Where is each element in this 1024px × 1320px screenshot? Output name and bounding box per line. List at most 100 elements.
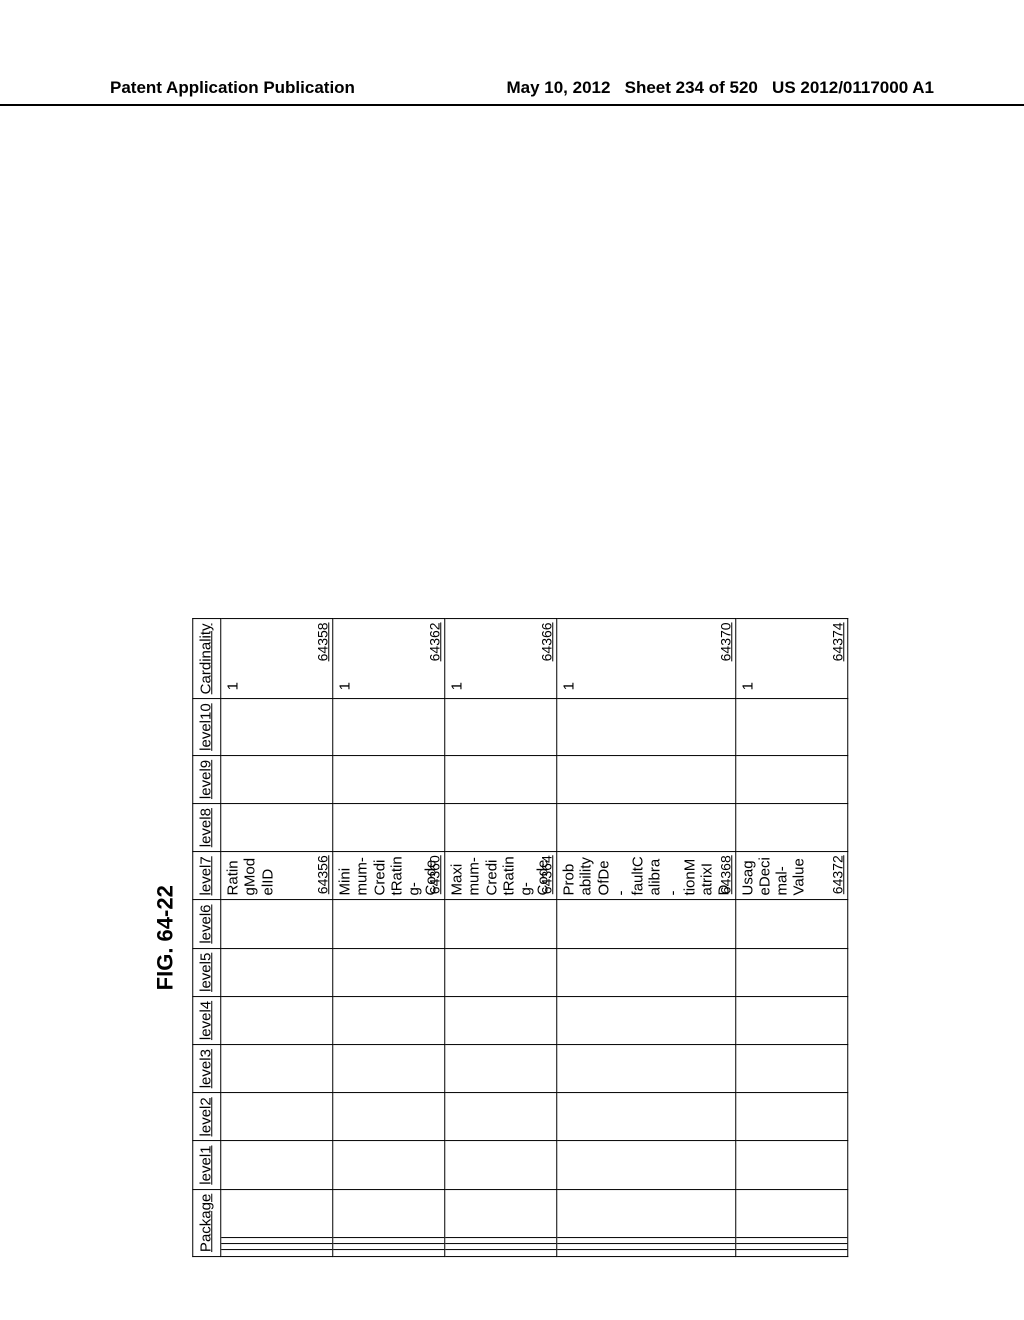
cell-level8 [333, 804, 445, 852]
cell-level7: RatingModelID 64356 [221, 852, 333, 900]
level7-ref: 64360 [426, 855, 442, 894]
cardinality-value: 1 [336, 623, 353, 694]
page-root: Patent Application Publication May 10, 2… [0, 0, 1024, 1320]
col-cardinality: Cardinality [193, 619, 221, 699]
cell-level2 [221, 1093, 333, 1141]
cell-level10 [735, 699, 847, 756]
level7-value: UsageDecimal-Value [739, 856, 808, 895]
cardinality-ref: 64358 [314, 622, 330, 661]
col-level4: level4 [193, 996, 221, 1044]
cell-cardinality: 1 64358 [221, 619, 333, 699]
cell-level4 [221, 996, 333, 1044]
col-level1: level1 [193, 1141, 221, 1189]
cell-level6 [735, 900, 847, 948]
cell-level5 [735, 948, 847, 996]
cell-level10 [557, 699, 736, 756]
cardinality-value: 1 [224, 623, 241, 694]
table-body: RatingModelID 64356 1 64358 [221, 619, 848, 1257]
cell-level9 [445, 755, 557, 803]
header-sheet: Sheet 234 of 520 [625, 78, 758, 97]
cardinality-value: 1 [448, 623, 465, 694]
cell-level2 [735, 1093, 847, 1141]
figure-container: FIG. 64-22 Package level1 level2 level3 … [152, 618, 848, 1257]
cell-level10 [333, 699, 445, 756]
cell-level10 [445, 699, 557, 756]
cell-level4 [557, 996, 736, 1044]
col-level10: level10 [193, 699, 221, 756]
cell-level5 [333, 948, 445, 996]
data-table: Package level1 level2 level3 level4 leve… [192, 618, 848, 1257]
col-level9: level9 [193, 755, 221, 803]
level7-value: ProbabilityOfDe-faultCalibra-tionMatrixI… [560, 856, 733, 895]
cell-level10 [221, 699, 333, 756]
cardinality-value: 1 [560, 623, 577, 694]
cardinality-value: 1 [739, 623, 756, 694]
level7-value: Minimum-CreditRating-Code [336, 856, 440, 895]
cell-level5 [221, 948, 333, 996]
cell-level6 [445, 900, 557, 948]
cell-level6 [333, 900, 445, 948]
cell-level8 [557, 804, 736, 852]
level7-value: RatingModelID [224, 856, 276, 895]
cell-level9 [557, 755, 736, 803]
cell-level2 [445, 1093, 557, 1141]
cardinality-ref: 64366 [538, 622, 554, 661]
cell-level8 [735, 804, 847, 852]
figure-label: FIG. 64-22 [152, 618, 178, 1257]
page-header: Patent Application Publication May 10, 2… [0, 78, 1024, 106]
col-level3: level3 [193, 1045, 221, 1093]
level7-value: Maximum-CreditRating-Code [448, 856, 552, 895]
col-package: Package [193, 1189, 221, 1256]
cell-level6 [221, 900, 333, 948]
cell-level1 [333, 1141, 445, 1189]
col-level2: level2 [193, 1093, 221, 1141]
cell-cardinality: 1 64362 [333, 619, 445, 699]
header-date: May 10, 2012 [506, 78, 610, 97]
table-row: Minimum-CreditRating-Code 64360 1 64362 [333, 619, 445, 1257]
cell-level8 [445, 804, 557, 852]
cell-level1 [221, 1141, 333, 1189]
table-header-row: Package level1 level2 level3 level4 leve… [193, 619, 221, 1257]
cell-level4 [333, 996, 445, 1044]
table-row: UsageDecimal-Value 64372 1 64374 [735, 619, 847, 1257]
cell-level1 [735, 1141, 847, 1189]
cell-package [557, 1189, 736, 1256]
level7-ref: 64368 [717, 855, 733, 894]
cell-level9 [333, 755, 445, 803]
cell-level1 [445, 1141, 557, 1189]
table-row: RatingModelID 64356 1 64358 [221, 619, 333, 1257]
cell-level5 [445, 948, 557, 996]
cell-level4 [445, 996, 557, 1044]
cell-cardinality: 1 64374 [735, 619, 847, 699]
level7-ref: 64372 [829, 855, 845, 894]
cell-level7: Minimum-CreditRating-Code 64360 [333, 852, 445, 900]
cell-level8 [221, 804, 333, 852]
cell-level7: ProbabilityOfDe-faultCalibra-tionMatrixI… [557, 852, 736, 900]
cell-package [445, 1189, 557, 1256]
header-left: Patent Application Publication [110, 78, 355, 98]
cell-level7: Maximum-CreditRating-Code 64364 [445, 852, 557, 900]
level7-ref: 64364 [538, 855, 554, 894]
cell-level9 [221, 755, 333, 803]
cell-level7: UsageDecimal-Value 64372 [735, 852, 847, 900]
cell-level4 [735, 996, 847, 1044]
table-row: ProbabilityOfDe-faultCalibra-tionMatrixI… [557, 619, 736, 1257]
cell-package [735, 1189, 847, 1256]
cell-level3 [445, 1045, 557, 1093]
cell-level2 [557, 1093, 736, 1141]
cell-level3 [221, 1045, 333, 1093]
cell-package [333, 1189, 445, 1256]
cell-cardinality: 1 64366 [445, 619, 557, 699]
cell-level1 [557, 1141, 736, 1189]
col-level7: level7 [193, 852, 221, 900]
col-level8: level8 [193, 804, 221, 852]
cell-level9 [735, 755, 847, 803]
level7-ref: 64356 [314, 855, 330, 894]
cardinality-ref: 64362 [426, 622, 442, 661]
cell-cardinality: 1 64370 [557, 619, 736, 699]
cell-level3 [557, 1045, 736, 1093]
cell-level3 [735, 1045, 847, 1093]
header-pubno: US 2012/0117000 A1 [772, 78, 934, 97]
cell-level3 [333, 1045, 445, 1093]
cell-level2 [333, 1093, 445, 1141]
